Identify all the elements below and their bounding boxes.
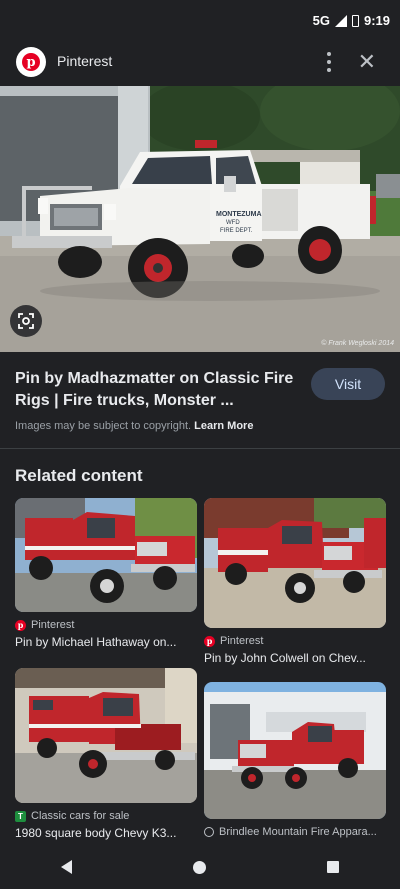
status-bar: 5G 9:19 [0, 0, 400, 42]
related-source: p Pinterest [15, 619, 197, 631]
battery-icon [351, 14, 359, 27]
system-nav-bar [0, 845, 400, 889]
copyright-notice: Images may be subject to copyright. Lear… [15, 420, 253, 432]
section-divider [0, 448, 400, 449]
related-title: 1980 square body Chevy K3... [15, 826, 177, 840]
related-image[interactable] [204, 682, 386, 819]
back-icon[interactable] [60, 860, 72, 874]
learn-more-link[interactable]: Learn More [194, 420, 253, 432]
source-header: p Pinterest ✕ [0, 42, 400, 86]
related-image[interactable] [15, 668, 197, 803]
pin-title[interactable]: Pin by Madhazmatter on Classic Fire Rigs… [15, 368, 295, 412]
related-card[interactable]: Brindlee Mountain Fire Appara... [204, 682, 386, 838]
classic-cars-icon: T [15, 810, 26, 822]
recent-apps-icon[interactable] [327, 861, 340, 873]
pinterest-icon: p [15, 619, 26, 631]
related-title: Pin by John Colwell on Chev... [204, 651, 366, 665]
clock: 9:19 [363, 13, 390, 28]
more-options-icon[interactable] [326, 52, 332, 72]
related-title: Pin by Michael Hathaway on... [15, 635, 177, 649]
related-image[interactable] [204, 498, 386, 628]
visit-button[interactable]: Visit [311, 368, 385, 400]
image-watermark: © Frank Wegloski 2014 [321, 340, 394, 347]
related-source: Brindlee Mountain Fire Appara... [204, 826, 386, 838]
related-source: p Pinterest [204, 635, 386, 647]
related-image[interactable] [15, 498, 197, 612]
copyright-text: Images may be subject to copyright. [15, 420, 192, 432]
pinterest-icon: p [204, 635, 215, 647]
pinterest-logo-icon: p [16, 47, 46, 77]
lens-search-icon[interactable] [10, 305, 42, 337]
related-content-heading: Related content [15, 466, 143, 485]
related-card[interactable]: p Pinterest Pin by Michael Hathaway on..… [15, 498, 197, 649]
svg-text:WFD: WFD [226, 220, 240, 226]
source-title: Pinterest [57, 53, 113, 69]
network-type: 5G [312, 13, 330, 28]
signal-icon [334, 14, 347, 27]
related-card[interactable]: p Pinterest Pin by John Colwell on Chev.… [204, 498, 386, 665]
svg-text:MONTEZUMA: MONTEZUMA [216, 211, 262, 218]
pin-info: Pin by Madhazmatter on Classic Fire Rigs… [0, 352, 400, 448]
svg-text:FIRE DEPT.: FIRE DEPT. [220, 228, 253, 234]
related-card[interactable]: T Classic cars for sale 1980 square body… [15, 668, 197, 840]
related-source: T Classic cars for sale [15, 810, 197, 822]
close-icon[interactable]: ✕ [358, 49, 376, 75]
globe-icon [204, 827, 214, 837]
home-icon[interactable] [192, 860, 206, 874]
main-image[interactable]: MONTEZUMA WFD FIRE DEPT. [0, 86, 400, 352]
